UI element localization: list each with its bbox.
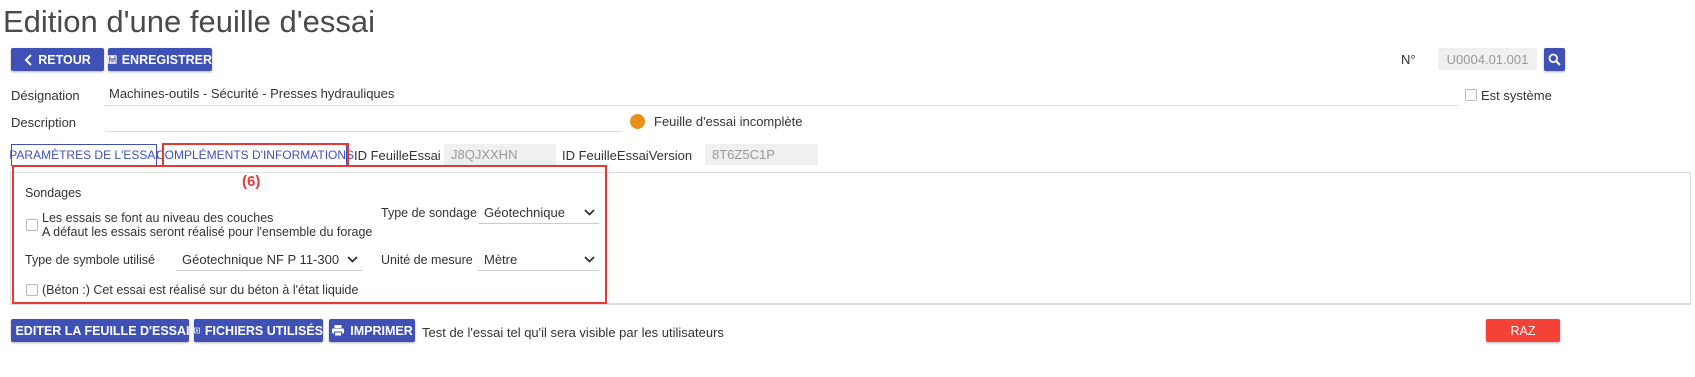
reset-label: RAZ [1510, 323, 1536, 338]
number-label: N° [1401, 52, 1416, 67]
highlight-tab-box [162, 143, 349, 167]
layers-label-line2: A défaut les essais seront réalisé pour … [42, 225, 373, 239]
unit-value: Mètre [484, 251, 518, 267]
chevron-left-icon [24, 53, 32, 66]
status-indicator [630, 114, 645, 129]
unit-select[interactable]: Mètre [478, 248, 599, 271]
symbol-select[interactable]: Géotechnique NF P 11-300 [176, 248, 362, 271]
save-button[interactable]: ENREGISTRER [108, 48, 212, 71]
files-used-button[interactable]: FICHIERS UTILISÉS [194, 319, 323, 342]
beton-label: (Béton :) Cet essai est réalisé sur du b… [42, 283, 359, 297]
designation-label: Désignation [11, 88, 80, 103]
unit-label: Unité de mesure [381, 253, 473, 267]
symbol-value: Géotechnique NF P 11-300 [182, 251, 340, 267]
type-sondage-select[interactable]: Géotechnique [478, 201, 599, 224]
printer-icon [332, 325, 345, 337]
page-title: Edition d'une feuille d'essai [3, 4, 376, 39]
search-number-button[interactable] [1544, 48, 1565, 71]
type-sondage-label: Type de sondage [381, 206, 477, 220]
id-version-label: ID FeuilleEssaiVersion [562, 148, 693, 163]
number-field: U0004.01.001 [1438, 48, 1537, 70]
tab-parametres[interactable]: PARAMÈTRES DE L'ESSAI [9, 144, 159, 166]
print-label: IMPRIMER [350, 323, 413, 338]
edit-sheet-button[interactable]: EDITER LA FEUILLE D'ESSAI [11, 319, 190, 342]
back-button-label: RETOUR [38, 52, 91, 67]
description-label: Description [11, 115, 77, 130]
id-version-field: 8T6Z5C1P [705, 144, 818, 165]
search-icon [1548, 53, 1561, 66]
type-sondage-value: Géotechnique [484, 204, 565, 220]
id-feuille-label: ID FeuilleEssai [354, 148, 441, 163]
status-text: Feuille d'essai incomplète [654, 114, 803, 129]
system-label: Est système [1481, 88, 1552, 103]
layers-label-line1: Les essais se font au niveau des couches [42, 211, 274, 225]
save-icon [108, 55, 117, 64]
chevron-down-icon [584, 208, 595, 216]
beton-checkbox[interactable] [26, 284, 38, 296]
system-checkbox[interactable] [1465, 89, 1477, 101]
back-button[interactable]: RETOUR [11, 48, 104, 71]
designation-input[interactable]: Machines-outils - Sécurité - Presses hyd… [105, 86, 1458, 106]
save-button-label: ENREGISTRER [121, 52, 212, 67]
download-icon [194, 327, 200, 334]
layers-checkbox[interactable] [26, 219, 38, 231]
sondages-heading: Sondages [25, 186, 82, 200]
files-used-label: FICHIERS UTILISÉS [204, 323, 323, 338]
id-feuille-field: J8QJXXHN [444, 144, 556, 165]
symbol-label: Type de symbole utilisé [25, 253, 155, 267]
chevron-down-icon [347, 255, 358, 263]
chevron-down-icon [584, 255, 595, 263]
description-input[interactable] [105, 112, 622, 132]
reset-button[interactable]: RAZ [1486, 319, 1560, 342]
edit-sheet-label: EDITER LA FEUILLE D'ESSAI [15, 323, 190, 338]
footer-note: Test de l'essai tel qu'il sera visible p… [422, 325, 724, 340]
print-button[interactable]: IMPRIMER [329, 319, 415, 342]
